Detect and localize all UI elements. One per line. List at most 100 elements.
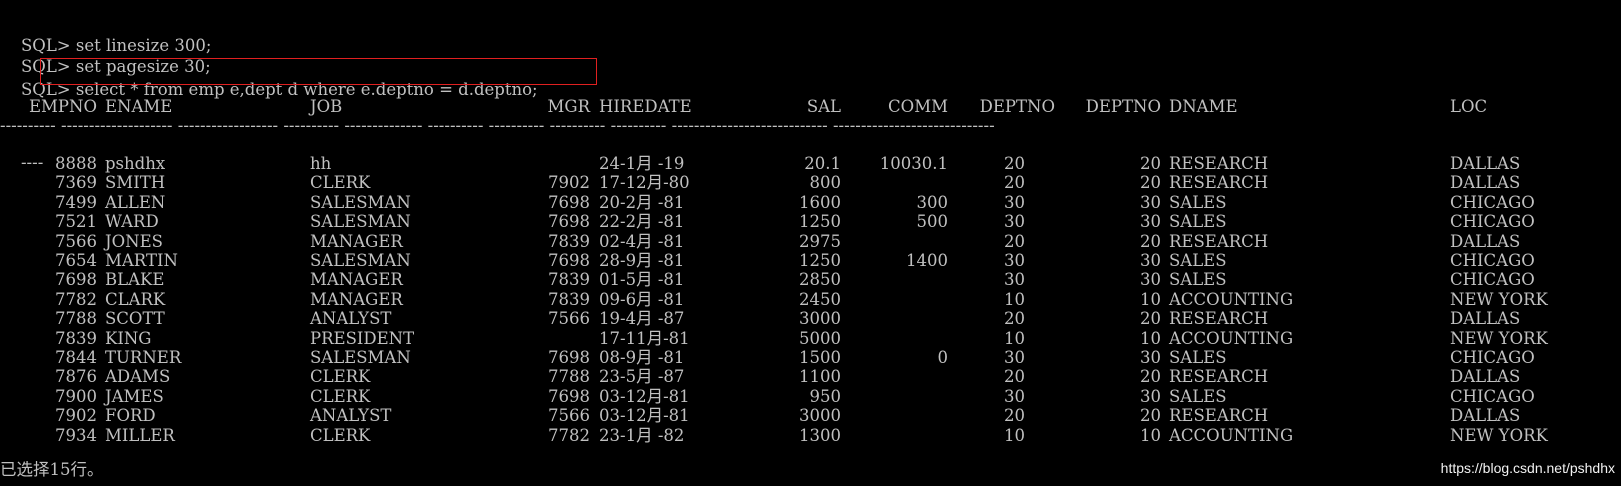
cell-loc: DALLAS [1450, 154, 1521, 173]
cell-empno: 7698 [55, 270, 97, 290]
header-deptno: DEPTNO [979, 97, 1055, 116]
cell-job: SALESMAN [310, 212, 411, 232]
cell-sal: 2975 [799, 231, 841, 251]
cell-ename: SCOTT [105, 309, 165, 329]
table-row: 7654 MARTIN SALESMAN 7698 28-9月 -81 1250 1400 3… [0, 251, 1621, 271]
cell-deptno2: 20 [1140, 367, 1161, 387]
table-row: 7839 KING PRESIDENT 17-11月-81 5000 10 10 ACCOUN… [0, 329, 1621, 349]
cell-hiredate: 01-5月 -81 [599, 270, 685, 290]
cell-dname: SALES [1169, 192, 1227, 212]
cell-dname: SALES [1169, 386, 1227, 406]
cell-mgr: 7566 [548, 406, 590, 426]
cell-sal: 3000 [799, 309, 841, 329]
cell-hiredate: 24-1月 -19 [599, 154, 685, 173]
cell-job: CLERK [310, 367, 371, 387]
cell-empno: 7369 [55, 173, 97, 193]
cell-deptno2: 30 [1140, 251, 1161, 270]
cell-hiredate: 23-5月 -87 [599, 367, 685, 387]
cell-dname: RESEARCH [1169, 367, 1269, 387]
cell-deptno: 20 [1004, 173, 1025, 193]
cell-deptno2: 30 [1140, 212, 1161, 232]
cell-ename: BLAKE [105, 270, 165, 290]
cell-deptno: 30 [1004, 192, 1025, 212]
table-row: 7499 ALLEN SALESMAN 7698 20-2月 -81 1600 300 30 3… [0, 193, 1621, 213]
table-row: 7876 ADAMS CLERK 7788 23-5月 -87 1100 20 20 RESEA… [0, 367, 1621, 387]
table-row: 7566 JONES MANAGER 7839 02-4月 -81 2975 20 20 RES… [0, 232, 1621, 252]
cell-ename: FORD [105, 406, 156, 426]
table-row: 7782 CLARK MANAGER 7839 09-6月 -81 2450 10 10 ACC… [0, 290, 1621, 310]
cell-hiredate: 28-9月 -81 [599, 251, 685, 270]
cell-comm: 1400 [906, 251, 948, 270]
cell-ename: MARTIN [105, 251, 178, 270]
cell-loc: CHICAGO [1450, 212, 1535, 232]
cell-deptno: 30 [1004, 251, 1025, 270]
cell-loc: CHICAGO [1450, 348, 1535, 367]
sqlplus-terminal[interactable]: SQL> set linesize 300; SQL> set pagesize… [0, 0, 1621, 486]
cell-deptno2: 20 [1140, 309, 1161, 329]
cell-loc: NEW YORK [1450, 425, 1548, 445]
cell-deptno: 10 [1004, 425, 1025, 445]
cell-empno: 7782 [55, 289, 97, 309]
cell-deptno: 20 [1004, 367, 1025, 387]
cell-mgr: 7698 [548, 348, 590, 367]
cell-ename: KING [105, 328, 152, 348]
cell-deptno2: 30 [1140, 192, 1161, 212]
cell-hiredate: 20-2月 -81 [599, 192, 685, 212]
header-separator-wrap: ---- [0, 133, 43, 172]
cell-job: ANALYST [310, 406, 392, 426]
cell-mgr: 7788 [548, 367, 590, 387]
cell-empno: 7844 [55, 348, 97, 367]
cell-empno: 7902 [55, 406, 97, 426]
cell-dname: RESEARCH [1169, 309, 1269, 329]
cell-job: CLERK [310, 173, 371, 193]
cell-sal: 2450 [799, 289, 841, 309]
cell-hiredate: 19-4月 -87 [599, 309, 685, 329]
cell-loc: NEW YORK [1450, 328, 1548, 348]
cell-deptno2: 20 [1140, 406, 1161, 426]
cell-job: CLERK [310, 386, 371, 406]
cell-job: SALESMAN [310, 192, 411, 212]
cell-job: MANAGER [310, 231, 403, 251]
cell-dname: ACCOUNTING [1169, 289, 1294, 309]
header-job: JOB [310, 97, 343, 116]
cell-dname: SALES [1169, 251, 1227, 270]
cell-dname: RESEARCH [1169, 173, 1269, 193]
cell-deptno2: 10 [1140, 289, 1161, 309]
cell-deptno: 30 [1004, 270, 1025, 290]
rows-selected-status: 已选择15行。 [0, 460, 104, 479]
header-separator: ---------- -------------------- --------… [0, 116, 1621, 136]
cell-deptno: 30 [1004, 348, 1025, 367]
cell-sal: 800 [809, 173, 842, 193]
table-row: 7521 WARD SALESMAN 7698 22-2月 -81 1250 500 30 30… [0, 212, 1621, 232]
cell-loc: DALLAS [1450, 173, 1521, 193]
cell-loc: DALLAS [1450, 406, 1521, 426]
cell-deptno: 20 [1004, 231, 1025, 251]
cell-job: CLERK [310, 425, 371, 445]
separator-dashes: ---------- -------------------- --------… [0, 116, 995, 135]
cell-deptno: 30 [1004, 212, 1025, 232]
cell-deptno2: 30 [1140, 386, 1161, 406]
cell-mgr: 7698 [548, 386, 590, 406]
cell-empno: 7934 [55, 425, 97, 445]
cell-mgr: 7839 [548, 270, 590, 290]
cell-empno: 7788 [55, 309, 97, 329]
table-row: 7698 BLAKE MANAGER 7839 01-5月 -81 2850 30 30 SAL… [0, 270, 1621, 290]
table-row: 7900 JAMES CLERK 7698 03-12月-81 950 30 30 SALES C… [0, 387, 1621, 407]
cell-hiredate: 03-12月-81 [599, 386, 690, 406]
cell-deptno2: 20 [1140, 173, 1161, 193]
cell-sal: 20.1 [804, 154, 841, 173]
cell-loc: DALLAS [1450, 309, 1521, 329]
cell-dname: RESEARCH [1169, 231, 1269, 251]
cell-job: SALESMAN [310, 348, 411, 367]
cell-sal: 1300 [799, 425, 841, 445]
cell-job: MANAGER [310, 289, 403, 309]
cell-loc: CHICAGO [1450, 386, 1535, 406]
cell-ename: ALLEN [105, 192, 166, 212]
cell-deptno2: 10 [1140, 328, 1161, 348]
cell-deptno: 20 [1004, 309, 1025, 329]
cell-sal: 1500 [799, 348, 841, 367]
cell-mgr: 7698 [548, 251, 590, 270]
cell-deptno: 20 [1004, 154, 1025, 173]
header-dname: DNAME [1169, 97, 1238, 116]
cell-empno: 7900 [55, 386, 97, 406]
